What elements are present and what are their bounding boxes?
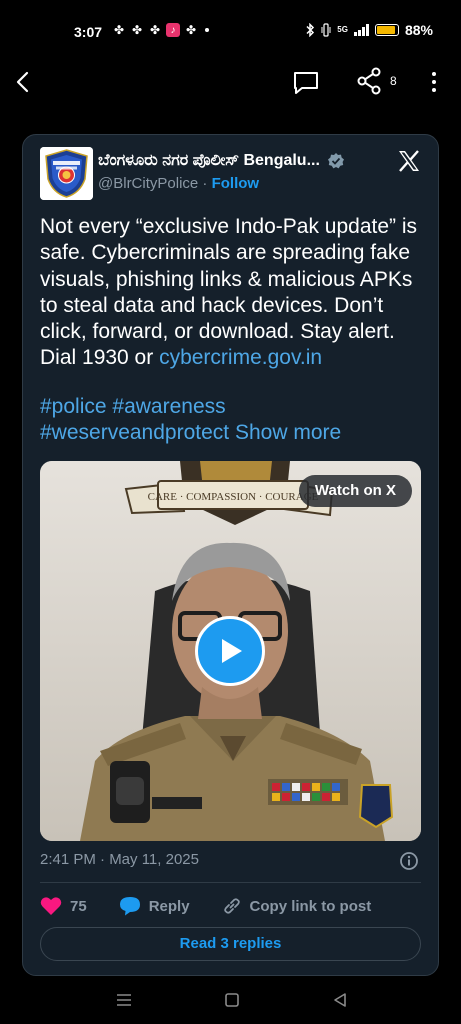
author-name-text[interactable]: ಬೆಂಗಳೂರು ನಗರ ಪೊಲೀಸ್ Bengalu... — [98, 152, 320, 170]
like-count: 75 — [70, 897, 87, 915]
back-nav-icon[interactable] — [330, 990, 350, 1010]
signal-icon — [353, 24, 369, 36]
app-bar: 8 — [0, 62, 461, 102]
copy-link-button[interactable]: Copy link to post — [222, 896, 372, 916]
divider — [40, 882, 421, 883]
hashtag-awareness[interactable]: #awareness — [112, 395, 225, 418]
handle-line: @BlrCityPolice · Follow — [98, 175, 259, 192]
status-time: 3:07 — [74, 24, 103, 40]
music-app-icon: ♪ — [166, 23, 180, 37]
more-notifications-dot — [205, 28, 209, 32]
heart-icon — [40, 897, 62, 915]
info-icon[interactable] — [399, 851, 419, 871]
battery-level — [376, 26, 395, 34]
hashtag-police[interactable]: #police — [40, 395, 107, 418]
author-name[interactable]: ಬೆಂಗಳೂರು ನಗರ ಪೊಲೀಸ್ Bengalu... — [98, 152, 388, 170]
network-type: 5G — [337, 26, 348, 34]
share-count: 8 — [390, 74, 397, 88]
link-icon — [223, 898, 240, 914]
hashtags: #police #awareness #weserveandprotect Sh… — [40, 394, 430, 447]
network-label: 5G — [337, 25, 348, 34]
follow-button[interactable]: Follow — [212, 175, 260, 192]
tweet-card[interactable]: ಬೆಂಗಳೂರು ನಗರ ಪೊಲೀಸ್ Bengalu... @BlrCityP… — [22, 134, 439, 976]
more-icon[interactable] — [424, 68, 444, 96]
read-replies-button[interactable]: Read 3 replies — [40, 927, 421, 961]
tweet-timestamp[interactable]: 2:41 PM · May 11, 2025 — [40, 851, 199, 868]
back-icon[interactable] — [12, 68, 36, 96]
verified-badge-icon — [328, 153, 345, 169]
x-logo-icon[interactable] — [397, 149, 421, 173]
notification-icons: ✤ ✤ ✤ ♪ ✤ — [112, 23, 209, 37]
tweet-text: Not every “exclusive Indo-Pak update” is… — [40, 214, 430, 372]
bluetooth-icon — [306, 23, 315, 37]
comment-icon[interactable] — [292, 68, 320, 96]
show-more-link[interactable]: Show more — [235, 421, 341, 444]
vibrate-icon — [321, 23, 331, 37]
recents-menu-icon[interactable] — [114, 990, 134, 1010]
battery-icon — [374, 24, 399, 36]
status-right: 5G 88% — [305, 22, 433, 38]
action-bar: 75 Reply Copy link to post — [40, 893, 421, 919]
separator-dot: · — [202, 175, 208, 192]
reply-bubble-icon — [119, 897, 140, 916]
battery-percent: 88% — [404, 22, 433, 38]
video-thumbnail[interactable]: CARE · COMPASSION · COURAGE Watch on X — [40, 461, 421, 841]
reply-label: Reply — [148, 897, 190, 915]
pinwheel-icon: ✤ — [149, 23, 161, 37]
play-icon — [222, 639, 242, 663]
cybercrime-link[interactable]: cybercrime.gov.in — [159, 346, 322, 369]
copy-link-label: Copy link to post — [249, 897, 372, 915]
author-handle[interactable]: @BlrCityPolice — [98, 175, 198, 192]
pinwheel-icon: ✤ — [185, 23, 197, 37]
play-button[interactable] — [195, 616, 265, 686]
home-icon[interactable] — [222, 990, 242, 1010]
status-bar: 3:07 ✤ ✤ ✤ ♪ ✤ 5G 88% — [0, 0, 461, 62]
pinwheel-icon: ✤ — [131, 23, 143, 37]
avatar[interactable] — [40, 147, 93, 200]
reply-button[interactable]: Reply — [119, 896, 190, 916]
like-button[interactable]: 75 — [40, 896, 87, 916]
hashtag-weserveandprotect[interactable]: #weserveandprotect — [40, 421, 229, 444]
watch-on-x-button[interactable]: Watch on X — [298, 475, 412, 507]
share-icon[interactable] — [356, 66, 382, 96]
pinwheel-icon: ✤ — [113, 23, 125, 37]
system-nav-bar — [0, 976, 461, 1024]
police-badge-icon — [40, 147, 93, 200]
banner-text: CARE · COMPASSION · COURAGE — [148, 491, 319, 503]
